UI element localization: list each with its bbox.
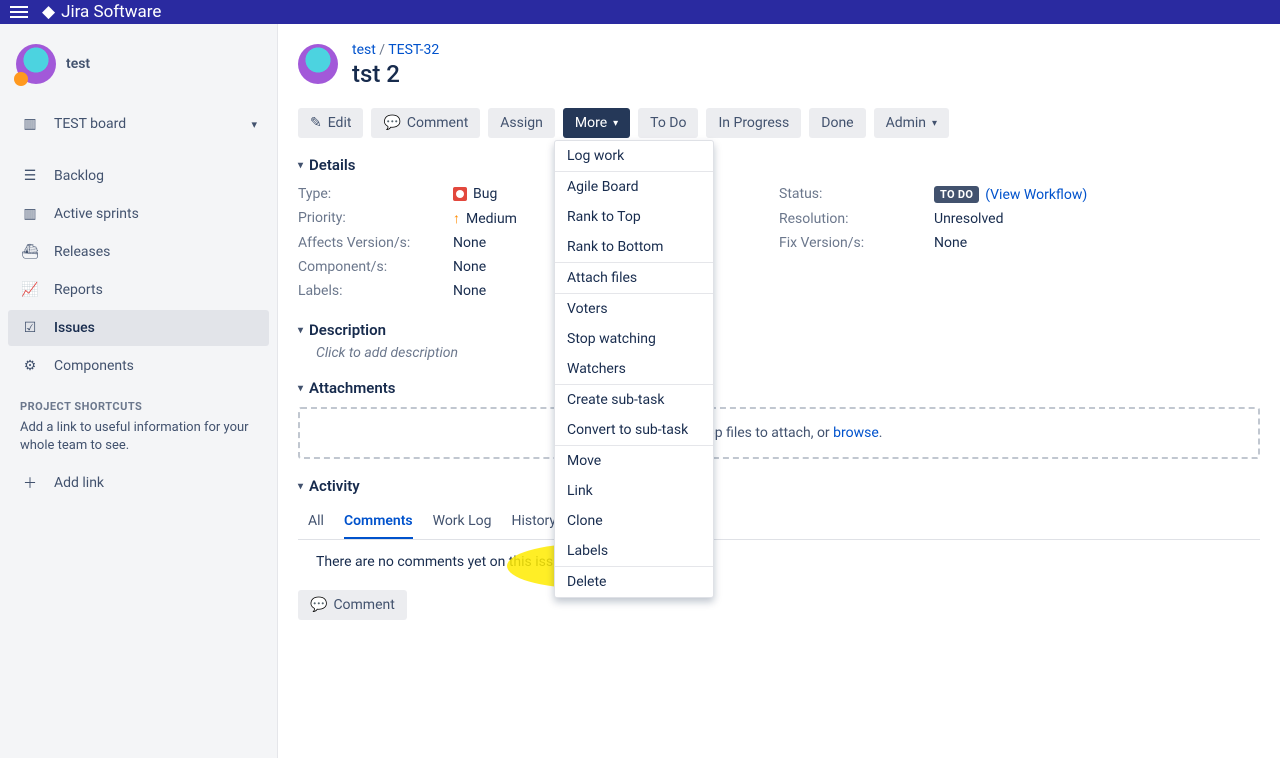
priority-value: Medium <box>466 211 517 227</box>
assign-button[interactable]: Assign <box>488 108 555 138</box>
breadcrumb-project[interactable]: test <box>352 42 376 58</box>
resolution-value: Unresolved <box>934 211 1003 227</box>
sidebar: test ▥ TEST board ▾ ☰ Backlog ▥ Active s… <box>0 24 278 758</box>
tab-history[interactable]: History <box>512 505 557 539</box>
project-name: test <box>66 56 90 72</box>
attachments-section-header[interactable]: ▾ Attachments <box>298 379 1260 397</box>
sidebar-item-components[interactable]: ⚙ Components <box>8 348 269 384</box>
more-rank-bottom[interactable]: Rank to Bottom <box>555 232 713 262</box>
menu-icon[interactable] <box>10 3 28 21</box>
app-name: Jira Software <box>61 2 161 22</box>
more-watchers[interactable]: Watchers <box>555 354 713 384</box>
fixversion-label: Fix Version/s: <box>779 235 934 251</box>
done-button[interactable]: Done <box>809 108 865 138</box>
activity-section-header[interactable]: ▾ Activity <box>298 477 1260 495</box>
status-badge: TO DO <box>934 186 979 203</box>
sidebar-board[interactable]: ▥ TEST board ▾ <box>8 106 269 142</box>
labels-label: Labels: <box>298 283 453 299</box>
more-create-subtask[interactable]: Create sub-task <box>555 385 713 415</box>
shortcuts-title: PROJECT SHORTCUTS <box>8 386 269 419</box>
admin-button[interactable]: Admin ▾ <box>874 108 949 138</box>
breadcrumb-key[interactable]: TEST-32 <box>388 42 439 58</box>
no-comments-text: There are no comments yet on this issue. <box>298 540 1260 570</box>
more-button[interactable]: More ▾ <box>563 108 630 138</box>
inprogress-button[interactable]: In Progress <box>706 108 801 138</box>
sidebar-item-active-sprints[interactable]: ▥ Active sprints <box>8 196 269 232</box>
backlog-icon: ☰ <box>20 166 40 186</box>
chevron-down-icon: ▾ <box>298 383 303 394</box>
toolbar: ✎Edit 💬Comment Assign More ▾ To Do In Pr… <box>298 108 1260 138</box>
type-value: Bug <box>473 186 497 202</box>
activity-tabs: All Comments Work Log History Activity <box>298 505 1260 540</box>
affects-label: Affects Version/s: <box>298 235 453 251</box>
plus-icon: ＋ <box>20 473 40 493</box>
comment-icon: 💬 <box>310 597 327 613</box>
bug-icon <box>453 187 467 201</box>
breadcrumb: test / TEST-32 <box>352 42 439 58</box>
todo-button[interactable]: To Do <box>638 108 698 138</box>
main-content: test / TEST-32 tst 2 ✎Edit 💬Comment Assi… <box>278 24 1280 758</box>
pencil-icon: ✎ <box>310 115 322 131</box>
labels-value: None <box>453 283 486 299</box>
add-comment-button[interactable]: 💬Comment <box>298 590 407 620</box>
sidebar-item-backlog[interactable]: ☰ Backlog <box>8 158 269 194</box>
status-label: Status: <box>779 186 934 203</box>
tab-comments[interactable]: Comments <box>344 505 413 539</box>
fixversion-value: None <box>934 235 967 251</box>
reports-icon: 📈 <box>20 280 40 300</box>
sidebar-item-releases[interactable]: ⛴ Releases <box>8 234 269 270</box>
chevron-down-icon: ▾ <box>298 160 303 171</box>
resolution-label: Resolution: <box>779 211 934 227</box>
edit-button[interactable]: ✎Edit <box>298 108 363 138</box>
more-convert-subtask[interactable]: Convert to sub-task <box>555 415 713 445</box>
description-placeholder[interactable]: Click to add description <box>298 345 1260 361</box>
view-workflow-link[interactable]: (View Workflow) <box>985 187 1087 203</box>
components-value: None <box>453 259 486 275</box>
components-label: Component/s: <box>298 259 453 275</box>
issue-project-avatar <box>298 44 338 84</box>
sprints-icon: ▥ <box>20 204 40 224</box>
more-dropdown: Log work Agile Board Rank to Top Rank to… <box>554 140 714 598</box>
priority-label: Priority: <box>298 210 453 227</box>
priority-icon: ↑ <box>453 210 460 227</box>
more-link[interactable]: Link <box>555 476 713 506</box>
shortcuts-help: Add a link to useful information for you… <box>8 419 269 465</box>
sidebar-item-issues[interactable]: ☑ Issues <box>8 310 269 346</box>
sidebar-item-reports[interactable]: 📈 Reports <box>8 272 269 308</box>
more-move[interactable]: Move <box>555 446 713 476</box>
more-stop-watching[interactable]: Stop watching <box>555 324 713 354</box>
more-clone[interactable]: Clone <box>555 506 713 536</box>
details-section-header[interactable]: ▾ Details <box>298 156 1260 174</box>
comment-icon: 💬 <box>383 115 400 131</box>
affects-value: None <box>453 235 486 251</box>
chevron-down-icon: ▾ <box>613 118 618 129</box>
chevron-down-icon: ▾ <box>298 481 303 492</box>
attachment-dropzone[interactable]: ☁ Drop files to attach, or browse. <box>298 407 1260 459</box>
components-icon: ⚙ <box>20 356 40 376</box>
tab-all[interactable]: All <box>308 505 324 539</box>
add-link-button[interactable]: ＋ Add link <box>8 465 269 501</box>
board-icon: ▥ <box>20 114 40 134</box>
chevron-down-icon: ▾ <box>298 325 303 336</box>
comment-button[interactable]: 💬Comment <box>371 108 480 138</box>
description-section-header[interactable]: ▾ Description <box>298 321 1260 339</box>
more-voters[interactable]: Voters <box>555 294 713 324</box>
releases-icon: ⛴ <box>20 242 40 262</box>
project-avatar <box>16 44 56 84</box>
jira-logo-icon: ◆ <box>42 2 55 22</box>
more-labels[interactable]: Labels <box>555 536 713 566</box>
type-label: Type: <box>298 186 453 202</box>
issues-icon: ☑ <box>20 318 40 338</box>
more-attach-files[interactable]: Attach files <box>555 263 713 293</box>
tab-worklog[interactable]: Work Log <box>433 505 492 539</box>
jira-logo[interactable]: ◆ Jira Software <box>42 2 161 22</box>
issue-title: tst 2 <box>352 60 439 88</box>
more-rank-top[interactable]: Rank to Top <box>555 202 713 232</box>
chevron-down-icon: ▾ <box>932 118 937 129</box>
more-agile-board[interactable]: Agile Board <box>555 172 713 202</box>
more-log-work[interactable]: Log work <box>555 141 713 171</box>
chevron-down-icon: ▾ <box>251 118 257 131</box>
browse-link[interactable]: browse <box>833 425 879 441</box>
more-delete[interactable]: Delete <box>555 567 713 597</box>
